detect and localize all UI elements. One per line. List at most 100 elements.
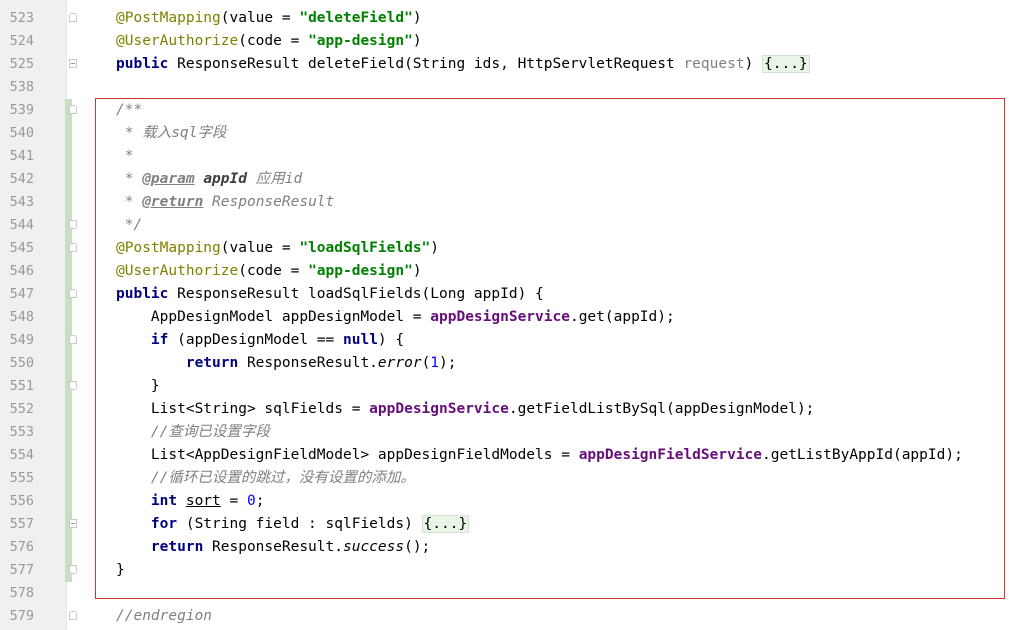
fold-collapse-icon[interactable] [69,105,77,114]
folded-code-block[interactable]: {...} [421,515,470,533]
line-number: 525 [9,56,34,72]
code-token: return [185,355,247,371]
fold-collapse-icon[interactable] [69,335,77,344]
line-number: 577 [9,562,34,578]
fold-collapse-icon[interactable] [69,220,77,229]
code-line[interactable]: 523 @PostMapping(value = "deleteField") [0,7,1016,30]
code-line[interactable]: 544 */ [0,214,1016,237]
code-token: (appDesignModel == [177,332,343,348]
code-text: /** [116,99,142,122]
line-number: 523 [9,10,34,26]
code-line[interactable]: 538 [0,76,1016,99]
code-token: ) [412,263,422,279]
line-number: 557 [9,516,34,532]
code-line[interactable]: 540 * 载入sql字段 [0,122,1016,145]
code-token: @param [142,171,195,187]
code-token: 0 [246,493,256,509]
line-number: 551 [9,378,34,394]
code-line[interactable]: 550 return ResponseResult.error(1); [0,352,1016,375]
code-token: ) [412,10,422,26]
line-number: 543 [9,194,34,210]
fold-collapse-icon[interactable] [69,289,77,298]
code-token: (code = [238,263,309,279]
code-line[interactable]: 524 @UserAuthorize(code = "app-design") [0,30,1016,53]
code-line[interactable]: 554 List<AppDesignFieldModel> appDesignF… [0,444,1016,467]
code-token: * [116,194,143,210]
fold-collapse-icon[interactable] [69,381,77,390]
line-number: 540 [9,125,34,141]
code-text: List<AppDesignFieldModel> appDesignField… [116,444,963,467]
code-token: (value = [220,10,300,26]
code-line[interactable]: 578 [0,582,1016,605]
fold-collapse-icon[interactable] [69,243,77,252]
code-text: public ResponseResult loadSqlFields(Long… [116,283,544,306]
code-token: appDesignService [430,309,570,325]
code-text: List<String> sqlFields = appDesignServic… [116,398,815,421]
code-line[interactable]: 557 for (String field : sqlFields) {...} [0,513,1016,536]
code-token: ResponseResult loadSqlFields(Long appId)… [177,286,544,302]
code-text: @PostMapping(value = "deleteField") [116,7,422,30]
code-token: public [116,286,178,302]
line-number: 544 [9,217,34,233]
code-token: @PostMapping [116,10,221,26]
code-token: appId [203,171,247,187]
code-token: (code = [238,33,309,49]
code-line[interactable]: 555 //循环已设置的跳过，没有设置的添加。 [0,467,1016,490]
code-line[interactable]: 552 List<String> sqlFields = appDesignSe… [0,398,1016,421]
line-number: 550 [9,355,34,371]
code-text: for (String field : sqlFields) {...} [116,513,470,536]
line-number: 539 [9,102,34,118]
line-number: 576 [9,539,34,555]
fold-expand-icon[interactable] [69,519,77,528]
code-token: (value = [220,240,300,256]
code-line[interactable]: 546 @UserAuthorize(code = "app-design") [0,260,1016,283]
code-token: ResponseResult [203,194,335,210]
code-line[interactable]: 579 //endregion [0,605,1016,628]
code-token: } [116,378,160,394]
code-token: error [377,355,422,371]
code-token: appDesignFieldService [578,447,763,463]
code-line[interactable]: 525 public ResponseResult deleteField(Str… [0,53,1016,76]
code-text: //循环已设置的跳过，没有设置的添加。 [116,467,415,490]
fold-collapse-icon[interactable] [69,13,77,22]
code-token: return [150,539,213,555]
line-number: 552 [9,401,34,417]
code-line[interactable]: 556 int sort = 0; [0,490,1016,513]
line-number: 548 [9,309,34,325]
code-token: ) [430,240,440,256]
code-line[interactable]: 549 if (appDesignModel == null) { [0,329,1016,352]
code-token: * 载入sql字段 [116,125,227,141]
code-line[interactable]: 542 * @param appId 应用id [0,168,1016,191]
folded-code-block[interactable]: {...} [762,55,810,73]
code-text: return ResponseResult.success(); [116,536,430,559]
line-number: 547 [9,286,34,302]
code-token: int [150,493,186,509]
code-token: List<AppDesignFieldModel> appDesignField… [116,447,579,463]
code-line[interactable]: 548 AppDesignModel appDesignModel = appD… [0,306,1016,329]
code-token: .getFieldListBySql(appDesignModel); [508,401,815,417]
code-line[interactable]: 545 @PostMapping(value = "loadSqlFields") [0,237,1016,260]
code-line[interactable]: 577} [0,559,1016,582]
code-line[interactable]: 541 * [0,145,1016,168]
code-text: AppDesignModel appDesignModel = appDesig… [116,306,675,329]
code-line[interactable]: 551 } [0,375,1016,398]
code-line[interactable]: 543 * @return ResponseResult [0,191,1016,214]
code-text: return ResponseResult.error(1); [116,352,457,375]
code-line[interactable]: 539 /** [0,99,1016,122]
code-line[interactable]: 547 public ResponseResult loadSqlFields(L… [0,283,1016,306]
line-number: 553 [9,424,34,440]
code-text: @UserAuthorize(code = "app-design") [116,30,422,53]
code-token: .getListByAppId(appId); [762,447,963,463]
code-line[interactable]: 576 return ResponseResult.success(); [0,536,1016,559]
fold-collapse-icon[interactable] [69,565,77,574]
fold-collapse-icon[interactable] [69,611,77,620]
code-token: /** [116,102,143,118]
fold-expand-icon[interactable] [69,59,77,68]
code-text: } [116,559,125,582]
line-number: 549 [9,332,34,348]
code-token: sort [185,493,221,509]
code-line[interactable]: 553 //查询已设置字段 [0,421,1016,444]
